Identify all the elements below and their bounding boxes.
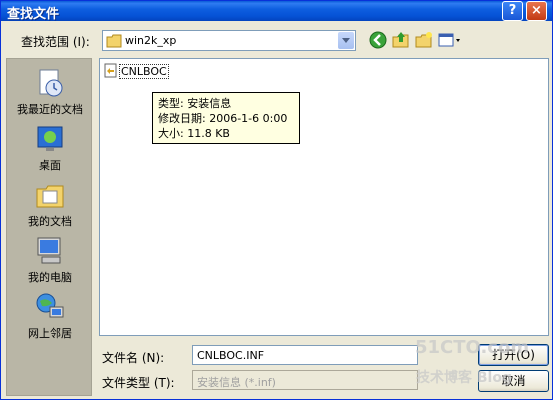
folder-icon (106, 34, 122, 48)
file-info-tooltip: 类型: 安装信息 修改日期: 2006-1-6 0:00 大小: 11.8 KB (152, 92, 300, 144)
places-item-label: 桌面 (39, 159, 61, 172)
view-menu-icon[interactable] (438, 31, 462, 49)
file-type-dropdown[interactable]: 安装信息 (*.inf) (192, 370, 418, 390)
tooltip-size: 大小: 11.8 KB (158, 127, 230, 140)
new-folder-icon[interactable] (415, 31, 433, 49)
file-name: CNLBOC (119, 64, 169, 79)
close-button[interactable]: × (526, 1, 547, 21)
window-title: 查找文件 (7, 7, 60, 22)
places-item-label: 我的文档 (28, 215, 72, 228)
title-bar[interactable]: 查找文件 ? × (1, 1, 552, 22)
tooltip-type: 类型: 安装信息 (158, 97, 232, 110)
chevron-down-icon[interactable] (338, 32, 354, 49)
desktop-icon (37, 126, 63, 151)
file-name-value: CNLBOC.INF (197, 349, 265, 362)
file-name-field[interactable]: CNLBOC.INF (192, 345, 418, 365)
look-in-dropdown[interactable]: win2k_xp (102, 30, 356, 51)
places-item-label: 网上邻居 (28, 327, 72, 340)
file-name-label: 文件名 (N): (102, 351, 165, 365)
help-button[interactable]: ? (502, 1, 523, 21)
places-item-my-documents[interactable]: 我的文档 (7, 175, 93, 231)
recent-documents-icon (39, 69, 63, 97)
places-item-my-computer[interactable]: 我的电脑 (7, 231, 93, 287)
places-item-network-places[interactable]: 网上邻居 (7, 287, 93, 343)
up-folder-icon[interactable] (392, 31, 410, 49)
setup-info-file-icon (104, 63, 117, 78)
look-in-value: win2k_xp (125, 34, 177, 47)
file-list[interactable]: CNLBOC 类型: 安装信息 修改日期: 2006-1-6 0:00 大小: … (99, 58, 549, 336)
places-item-desktop[interactable]: 桌面 (7, 119, 93, 175)
places-bar: 我最近的文档 桌面 我的文档 我的电脑 网上邻居 (6, 58, 92, 396)
places-item-recent-documents[interactable]: 我最近的文档 (7, 63, 93, 119)
network-places-icon (36, 293, 64, 318)
back-icon[interactable] (369, 31, 387, 49)
my-documents-icon (36, 185, 64, 208)
look-in-label: 查找范围 (I): (21, 35, 90, 49)
places-item-label: 我的电脑 (28, 271, 72, 284)
file-type-value: 安装信息 (*.inf) (197, 376, 276, 389)
watermark-site: 51CTO.com (415, 337, 530, 358)
my-computer-icon (37, 237, 61, 264)
find-file-dialog: 查找文件 ? × 查找范围 (I): win2k_xp 我最近的文档 桌面 我的… (0, 0, 553, 400)
file-type-label: 文件类型 (T): (102, 376, 175, 390)
tooltip-modified: 修改日期: 2006-1-6 0:00 (158, 112, 288, 125)
watermark-blog: 技术博客 Blog (416, 370, 512, 386)
places-item-label: 我最近的文档 (17, 103, 83, 116)
